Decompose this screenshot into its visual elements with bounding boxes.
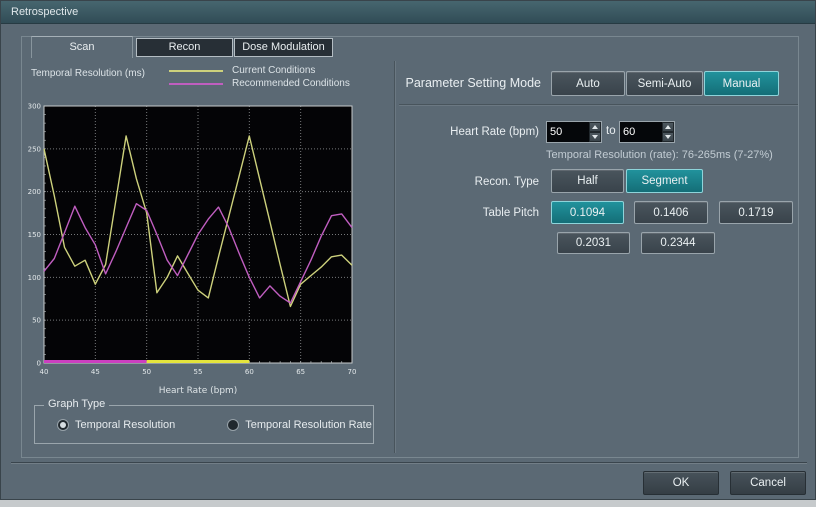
table-pitch-0.1406-button[interactable]: 0.1406 (634, 201, 708, 224)
legend-label: Recommended Conditions (232, 78, 350, 89)
graph-type-group-label: Graph Type (44, 398, 109, 410)
recon-type-label: Recon. Type (399, 176, 539, 188)
tab-scan[interactable]: Scan (31, 36, 133, 58)
table-pitch-0.1719-button[interactable]: 0.1719 (719, 201, 793, 224)
heart-rate-to-decrement-button[interactable] (662, 132, 674, 142)
dialog-title: Retrospective (11, 1, 78, 23)
table-pitch-0.1094-button[interactable]: 0.1094 (551, 201, 624, 224)
svg-text:300: 300 (28, 103, 41, 111)
legend-label: Current Conditions (232, 65, 315, 76)
svg-text:65: 65 (296, 368, 305, 376)
svg-text:150: 150 (28, 231, 41, 239)
heart-rate-from-input[interactable] (547, 122, 589, 142)
chart-legend: Current Conditions Recommended Condition… (169, 64, 350, 90)
svg-text:Heart Rate (bpm): Heart Rate (bpm) (159, 386, 238, 396)
screen: Retrospective Scan Recon Dose Modulation… (0, 0, 816, 507)
svg-text:60: 60 (245, 368, 254, 376)
footer-divider (11, 462, 807, 464)
heart-rate-from-decrement-button[interactable] (589, 132, 601, 142)
heart-rate-from-spinbox (546, 121, 602, 143)
parameter-setting-mode-label: Parameter Setting Mode (396, 76, 541, 90)
dialog-titlebar: Retrospective (1, 1, 815, 24)
radio-icon[interactable] (57, 419, 69, 431)
svg-text:70: 70 (348, 368, 357, 376)
current-conditions-line-swatch (169, 70, 223, 72)
heart-rate-to-spinbox (619, 121, 675, 143)
tab-dose-modulation[interactable]: Dose Modulation (234, 38, 333, 57)
recommended-conditions-line-swatch (169, 83, 223, 85)
mode-auto-button[interactable]: Auto (551, 71, 625, 96)
heart-rate-from-increment-button[interactable] (589, 122, 601, 132)
radio-label: Temporal Resolution (75, 419, 175, 431)
heart-rate-to-input[interactable] (620, 122, 662, 142)
graph-type-group: Graph Type Temporal Resolution Temporal … (34, 405, 374, 444)
tab-recon[interactable]: Recon (136, 38, 233, 57)
svg-text:40: 40 (40, 368, 49, 376)
recon-type-half-button[interactable]: Half (551, 169, 624, 193)
svg-text:0: 0 (37, 360, 41, 368)
temporal-resolution-chart: 40 45 50 55 60 65 70 0 50 100 150 200 250 300 Heart Ra… (17, 97, 373, 401)
ok-button[interactable]: OK (643, 471, 719, 495)
svg-text:100: 100 (28, 274, 41, 282)
temporal-resolution-rate-note: Temporal Resolution (rate): 76-265ms (7-… (546, 149, 773, 161)
heart-rate-to-word: to (606, 125, 616, 137)
mode-manual-button[interactable]: Manual (704, 71, 779, 96)
svg-text:55: 55 (194, 368, 203, 376)
heart-rate-to-increment-button[interactable] (662, 122, 674, 132)
svg-text:50: 50 (142, 368, 151, 376)
radio-temporal-resolution-rate[interactable]: Temporal Resolution Rate (227, 419, 372, 431)
svg-text:200: 200 (28, 188, 41, 196)
table-pitch-label: Table Pitch (399, 207, 539, 219)
chart-y-axis-title: Temporal Resolution (ms) (31, 68, 145, 79)
retrospective-dialog: Retrospective Scan Recon Dose Modulation… (0, 0, 816, 500)
heart-rate-label: Heart Rate (bpm) (399, 126, 539, 138)
recon-type-segment-button[interactable]: Segment (626, 169, 703, 193)
svg-text:250: 250 (28, 145, 41, 153)
legend-item-recommended: Recommended Conditions (169, 77, 350, 90)
table-pitch-0.2344-button[interactable]: 0.2344 (641, 232, 715, 254)
mode-section-divider (399, 104, 798, 106)
radio-label: Temporal Resolution Rate (245, 419, 372, 431)
svg-text:45: 45 (91, 368, 100, 376)
radio-icon[interactable] (227, 419, 239, 431)
table-pitch-0.2031-button[interactable]: 0.2031 (557, 232, 630, 254)
svg-text:50: 50 (32, 317, 41, 325)
legend-item-current: Current Conditions (169, 64, 350, 77)
mode-semi-auto-button[interactable]: Semi-Auto (626, 71, 703, 96)
radio-temporal-resolution[interactable]: Temporal Resolution (57, 419, 175, 431)
panel-vertical-divider (394, 61, 396, 453)
cancel-button[interactable]: Cancel (730, 471, 806, 495)
